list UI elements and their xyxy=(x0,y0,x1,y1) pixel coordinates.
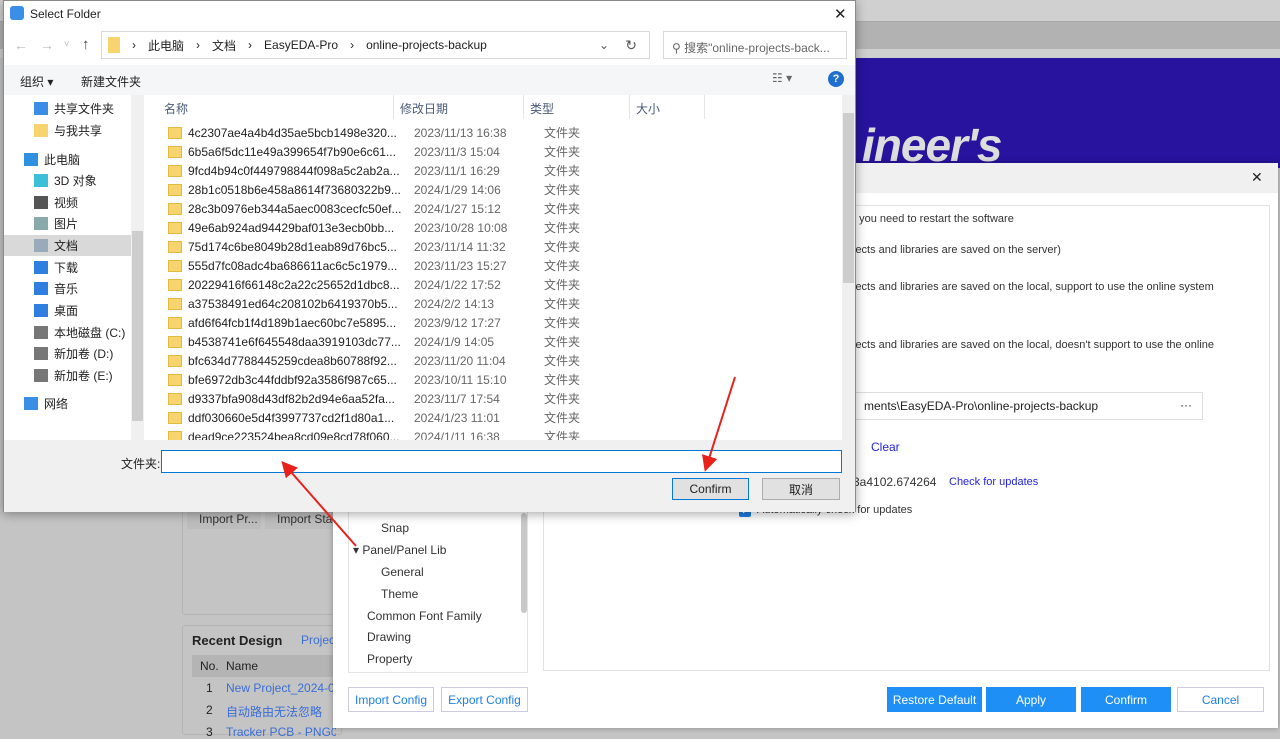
arrow-to-confirm xyxy=(702,376,736,472)
arrow-to-folder-input xyxy=(281,460,357,547)
annotation-arrows xyxy=(281,376,736,547)
